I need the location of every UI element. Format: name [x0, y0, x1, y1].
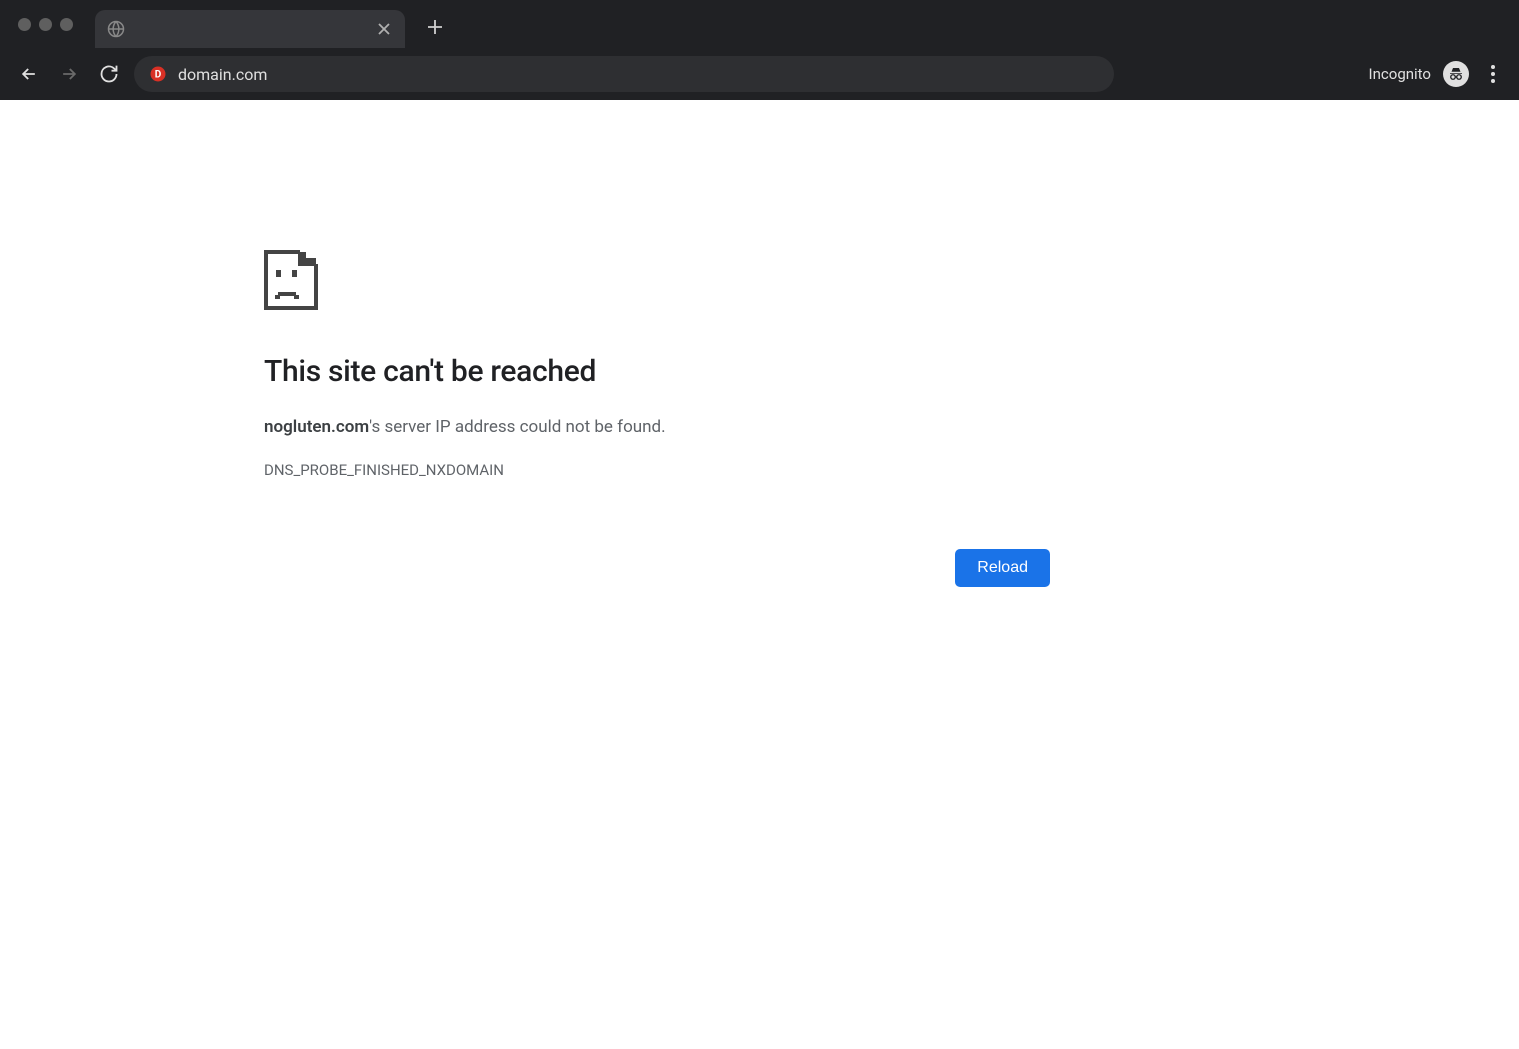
reload-nav-button[interactable]: [94, 59, 124, 89]
incognito-icon[interactable]: [1443, 61, 1469, 87]
error-domain: nogluten.com: [264, 417, 369, 437]
error-heading: This site can't be reached: [264, 354, 1050, 389]
error-message: nogluten.com's server IP address could n…: [264, 417, 1050, 437]
reload-button[interactable]: Reload: [955, 549, 1050, 587]
browser-toolbar: D domain.com Incognito: [0, 48, 1519, 100]
browser-tab[interactable]: [95, 10, 405, 48]
url-text: domain.com: [178, 65, 267, 84]
new-tab-button[interactable]: [421, 13, 449, 41]
error-actions: Reload: [264, 549, 1050, 587]
window-maximize-button[interactable]: [60, 18, 73, 31]
window-minimize-button[interactable]: [39, 18, 52, 31]
globe-icon: [107, 20, 125, 38]
incognito-label: Incognito: [1369, 65, 1431, 83]
error-message-suffix: 's server IP address could not be found.: [369, 417, 665, 437]
kebab-menu-icon[interactable]: [1481, 62, 1505, 86]
error-code: DNS_PROBE_FINISHED_NXDOMAIN: [264, 461, 1050, 479]
toolbar-right: Incognito: [1369, 61, 1505, 87]
svg-text:D: D: [155, 69, 162, 80]
close-icon[interactable]: [375, 20, 393, 38]
browser-chrome: D domain.com Incognito: [0, 0, 1519, 100]
error-page-content: This site can't be reached nogluten.com'…: [0, 100, 1050, 587]
sad-page-icon: [264, 250, 318, 314]
site-info-icon[interactable]: D: [148, 64, 168, 84]
address-bar[interactable]: D domain.com: [134, 56, 1114, 92]
window-controls: [10, 18, 85, 31]
tab-strip: [0, 0, 1519, 48]
back-button[interactable]: [14, 59, 44, 89]
forward-button[interactable]: [54, 59, 84, 89]
window-close-button[interactable]: [18, 18, 31, 31]
